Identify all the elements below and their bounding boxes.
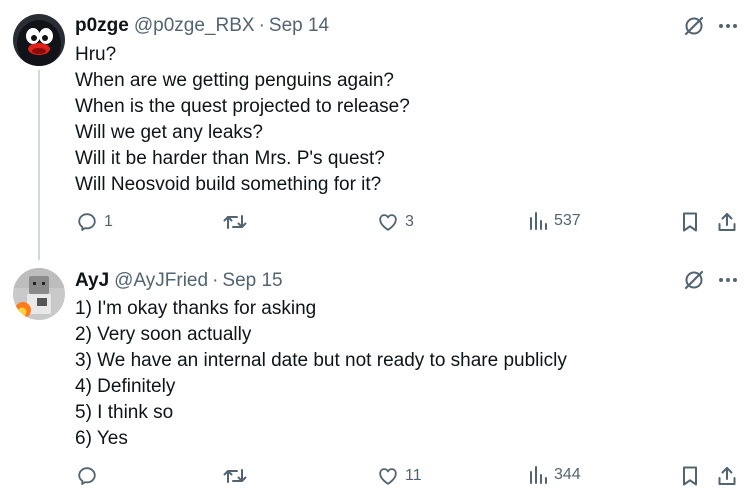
tweet-text-line: Will we get any leaks? bbox=[75, 122, 263, 143]
tweet-text-line: Will Neosvoid build something for it? bbox=[75, 174, 382, 195]
more-icon[interactable] bbox=[717, 269, 739, 291]
avatar[interactable] bbox=[13, 14, 65, 66]
bookmark-icon bbox=[683, 466, 697, 486]
views-icon bbox=[530, 212, 547, 230]
tweet-text-line: Hru? bbox=[75, 44, 117, 65]
share-icon bbox=[718, 467, 736, 485]
reply-count: 1 bbox=[104, 213, 113, 230]
share-icon bbox=[718, 213, 736, 231]
reply-button[interactable] bbox=[76, 465, 104, 487]
username-handle[interactable]: @p0zge_RBX bbox=[134, 15, 255, 37]
tweet[interactable]: AyJ @AyJFried · Sep 15 1) I'm okay thank… bbox=[0, 252, 755, 501]
tweet[interactable]: p0zge @p0zge_RBX · Sep 14 Hru? When are … bbox=[0, 0, 755, 260]
tweet-text: 1) I'm okay thanks for asking 2) Very so… bbox=[75, 296, 567, 452]
tweet-text: Hru? When are we getting penguins again?… bbox=[75, 42, 410, 198]
penguin-avatar-image bbox=[13, 14, 65, 66]
like-icon bbox=[379, 468, 397, 485]
tweet-top-icons bbox=[683, 15, 739, 37]
share-button[interactable] bbox=[716, 465, 738, 487]
tweet-text-line: 3) We have an internal date but not read… bbox=[75, 350, 567, 371]
like-button[interactable]: 3 bbox=[377, 211, 414, 233]
like-icon bbox=[379, 214, 397, 231]
reply-icon bbox=[78, 213, 96, 231]
retweet-icon bbox=[223, 469, 247, 483]
share-button[interactable] bbox=[716, 211, 738, 233]
more-icon[interactable] bbox=[717, 15, 739, 37]
tweet-date[interactable]: Sep 15 bbox=[222, 270, 282, 292]
tweet-text-line: When are we getting penguins again? bbox=[75, 70, 395, 91]
tweet-actions: 1 3 537 bbox=[0, 211, 755, 241]
reply-icon bbox=[78, 467, 96, 485]
separator: · bbox=[258, 15, 265, 36]
views-button[interactable]: 344 bbox=[528, 465, 581, 485]
reply-button[interactable]: 1 bbox=[76, 211, 113, 233]
character-avatar-image bbox=[13, 268, 65, 320]
retweet-button[interactable] bbox=[223, 465, 253, 487]
tweet-date[interactable]: Sep 14 bbox=[269, 15, 329, 37]
bookmark-button[interactable] bbox=[680, 211, 700, 233]
tweet-text-line: When is the quest projected to release? bbox=[75, 96, 410, 117]
tweet-actions: 11 344 bbox=[0, 465, 755, 495]
view-count: 344 bbox=[554, 466, 581, 483]
bookmark-icon bbox=[683, 212, 697, 232]
grok-icon[interactable] bbox=[683, 269, 705, 291]
display-name[interactable]: p0zge bbox=[75, 15, 129, 37]
avatar[interactable] bbox=[13, 268, 65, 320]
grok-icon[interactable] bbox=[683, 15, 705, 37]
separator: · bbox=[212, 270, 219, 291]
like-count: 3 bbox=[405, 213, 414, 230]
like-count: 11 bbox=[405, 467, 422, 484]
views-icon bbox=[530, 466, 547, 484]
views-button[interactable]: 537 bbox=[528, 211, 581, 231]
tweet-text-line: Will it be harder than Mrs. P's quest? bbox=[75, 148, 385, 169]
tweet-header: AyJ @AyJFried · Sep 15 bbox=[75, 270, 283, 292]
username-handle[interactable]: @AyJFried bbox=[114, 270, 208, 292]
retweet-icon bbox=[223, 215, 247, 229]
tweet-text-line: 2) Very soon actually bbox=[75, 324, 252, 345]
tweet-text-line: 4) Definitely bbox=[75, 376, 176, 397]
tweet-text-line: 6) Yes bbox=[75, 428, 128, 449]
tweet-text-line: 1) I'm okay thanks for asking bbox=[75, 298, 317, 319]
tweet-header: p0zge @p0zge_RBX · Sep 14 bbox=[75, 15, 329, 37]
view-count: 537 bbox=[554, 212, 581, 229]
tweet-text-line: 5) I think so bbox=[75, 402, 174, 423]
display-name[interactable]: AyJ bbox=[75, 270, 109, 292]
bookmark-button[interactable] bbox=[680, 465, 700, 487]
like-button[interactable]: 11 bbox=[377, 465, 422, 487]
retweet-button[interactable] bbox=[223, 211, 253, 233]
tweet-top-icons bbox=[683, 269, 739, 291]
